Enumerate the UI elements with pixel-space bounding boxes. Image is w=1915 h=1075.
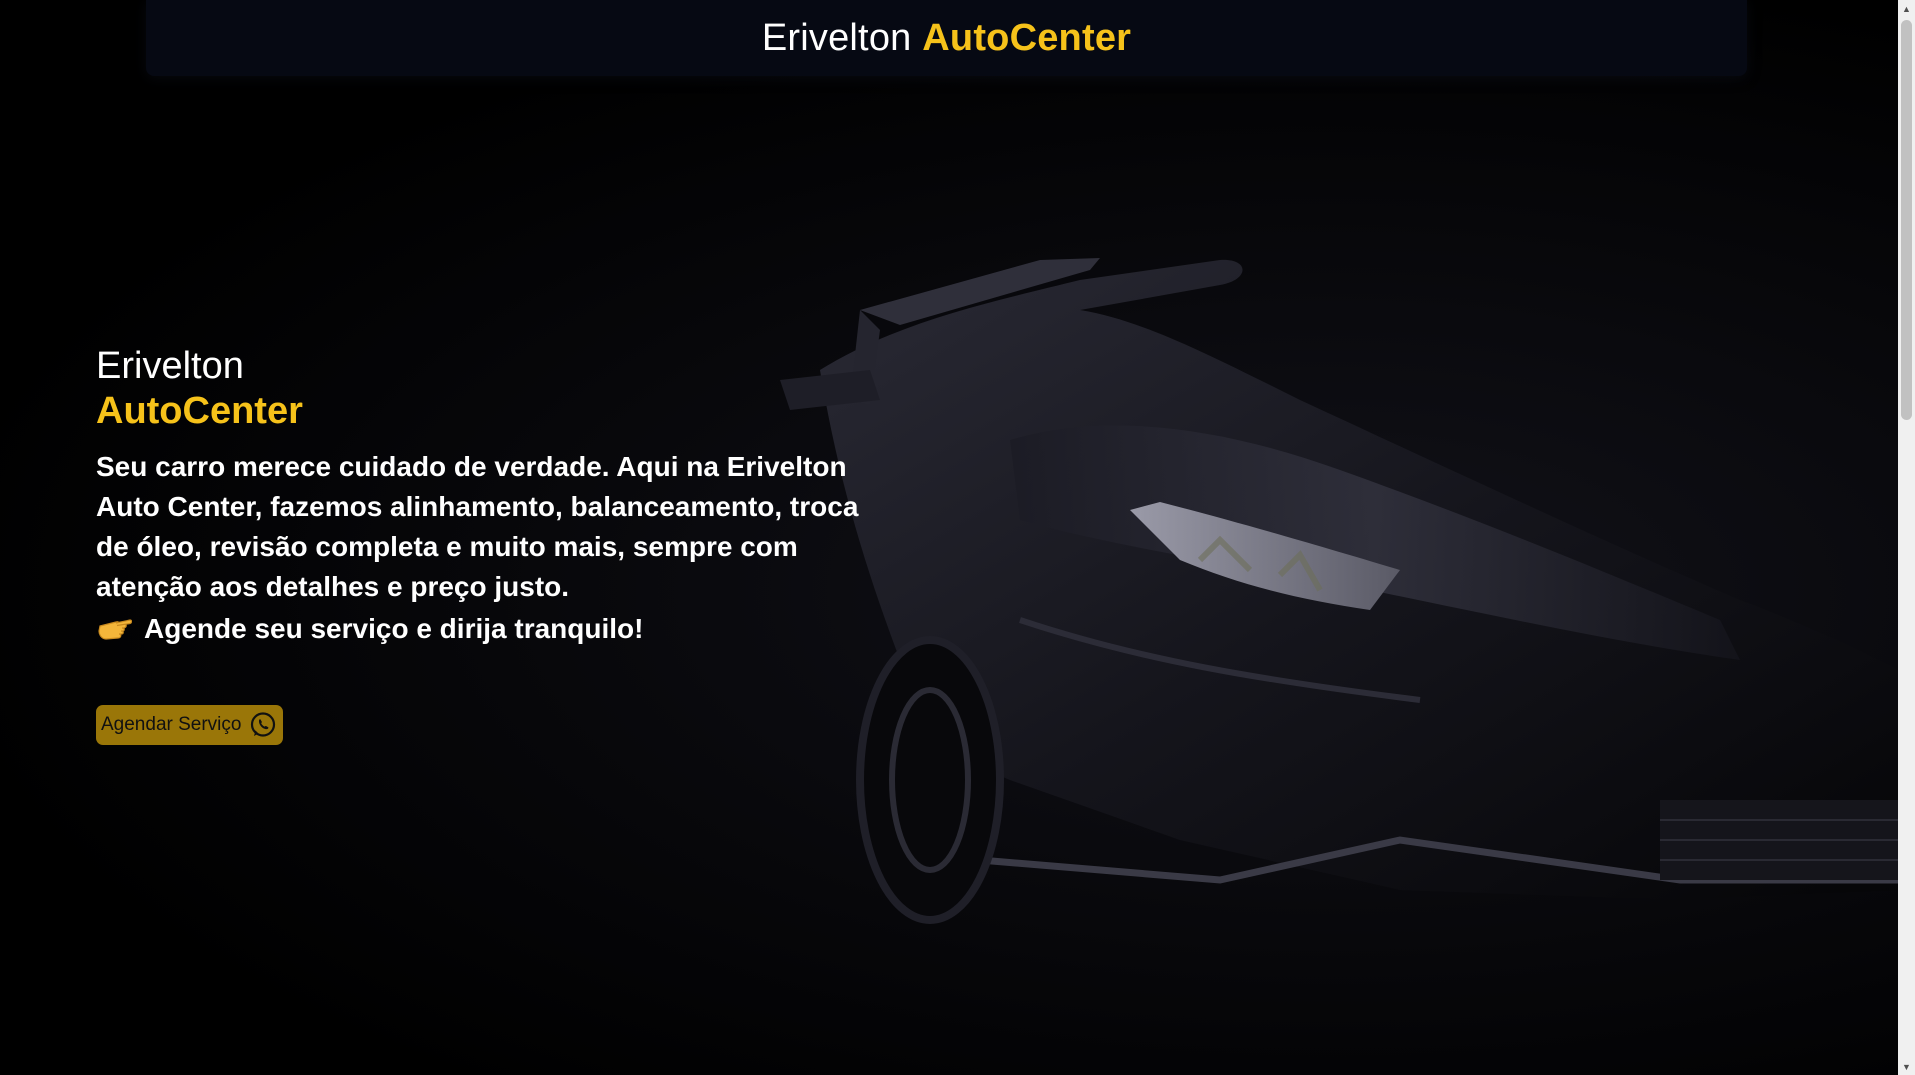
hero-title-main: Erivelton — [96, 345, 244, 387]
scrollbar-thumb[interactable] — [1901, 20, 1912, 420]
hero-cta-label: Agende seu serviço e dirija tranquilo! — [144, 613, 644, 644]
header-logo[interactable]: Erivelton AutoCenter — [762, 17, 1131, 60]
hero-cta-text: Agende seu serviço e dirija tranquilo! — [96, 609, 896, 649]
scroll-down-arrow-icon[interactable]: ▼ — [1898, 1058, 1915, 1075]
hero-car-image — [780, 258, 1898, 924]
schedule-service-label: Agendar Serviço — [101, 714, 242, 735]
header-brand-main: Erivelton — [761, 16, 912, 59]
pointing-hand-icon — [98, 619, 132, 640]
schedule-service-button[interactable]: Agendar Serviço — [96, 705, 284, 745]
scroll-up-arrow-icon[interactable]: ▲ — [1898, 0, 1915, 17]
hero-title-accent: AutoCenter — [96, 390, 303, 432]
hero-section: Erivelton AutoCenter Seu carro merece cu… — [96, 343, 896, 745]
header-brand-accent: AutoCenter — [922, 16, 1132, 59]
whatsapp-icon — [251, 712, 276, 737]
page-viewport: Erivelton AutoCenter Erivelton AutoCente… — [0, 0, 1898, 1075]
page-scrollbar[interactable]: ▲ ▼ — [1898, 0, 1915, 1075]
hero-description: Seu carro merece cuidado de verdade. Aqu… — [96, 451, 859, 602]
site-header: Erivelton AutoCenter — [146, 0, 1747, 76]
